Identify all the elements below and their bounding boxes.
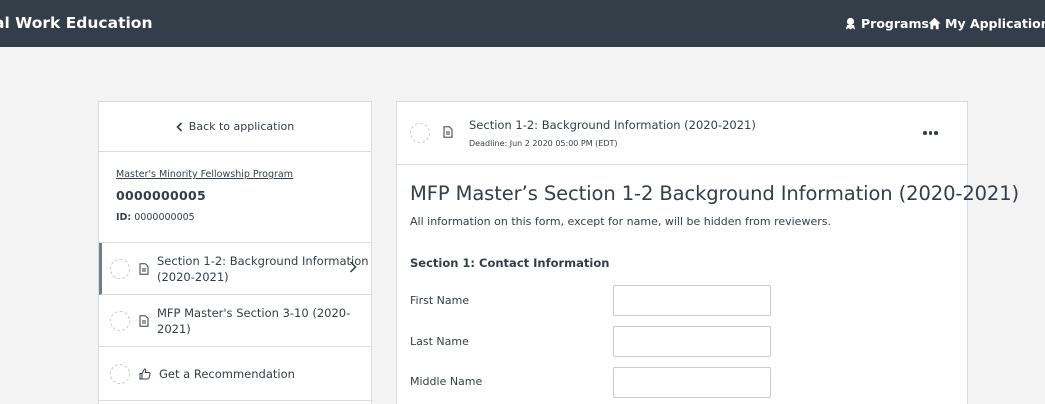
application-number: 0000000005 <box>116 188 206 203</box>
dot-icon <box>934 131 938 135</box>
section-title: Section 1: Contact Information <box>410 256 610 270</box>
document-icon <box>139 314 149 327</box>
dot-icon <box>928 131 932 135</box>
id-value: 0000000005 <box>134 212 195 223</box>
task-label: MFP Master's Section 3-10 (2020-2021) <box>157 305 351 336</box>
form-title: MFP Master’s Section 1-2 Background Info… <box>410 182 1020 205</box>
back-to-application-link[interactable]: Back to application <box>99 102 371 152</box>
middle-name-field[interactable] <box>613 367 771 398</box>
task-item-recommendation[interactable]: Get a Recommendation <box>99 347 371 401</box>
form-card: Section 1-2: Background Information (202… <box>396 101 1019 404</box>
home-icon <box>928 17 941 30</box>
last-name-label: Last Name <box>410 335 469 348</box>
task-item-section-3-10[interactable]: MFP Master's Section 3-10 (2020-2021) <box>99 295 371 347</box>
form-subtitle: All information on this form, except for… <box>410 215 831 228</box>
last-name-field[interactable] <box>613 326 771 357</box>
status-ring-icon <box>110 258 130 279</box>
nav-programs-link[interactable]: Programs <box>844 16 929 31</box>
nav-programs-label: Programs <box>861 16 929 31</box>
status-ring-icon <box>410 123 430 143</box>
task-label: Section 1-2: Background Information (202… <box>157 253 369 284</box>
first-name-field[interactable] <box>613 285 771 316</box>
nav-my-applications-link[interactable]: My Applications <box>928 16 1045 31</box>
document-icon <box>443 126 453 138</box>
document-icon <box>139 262 149 275</box>
chevron-right-icon <box>349 261 357 273</box>
first-name-label: First Name <box>410 294 470 307</box>
task-item-section-1-2[interactable]: Section 1-2: Background Information (202… <box>99 243 371 295</box>
task-label: Get a Recommendation <box>159 366 295 381</box>
form-card-header: Section 1-2: Background Information (202… <box>397 102 967 165</box>
nav-my-applications-label: My Applications <box>945 16 1045 31</box>
more-options-button[interactable] <box>923 131 938 135</box>
thumbs-up-icon <box>139 367 151 379</box>
back-label: Back to application <box>188 120 295 133</box>
dot-icon <box>923 131 927 135</box>
task-deadline: Deadline: Jun 2 2020 05:00 PM (EDT) <box>469 139 618 148</box>
id-label: ID: <box>116 212 132 223</box>
programs-icon <box>846 17 855 30</box>
application-id: ID: 0000000005 <box>116 212 371 223</box>
middle-name-label: Middle Name <box>410 375 483 388</box>
status-ring-icon <box>110 363 130 384</box>
program-name-link[interactable]: Master's Minority Fellowship Program <box>116 169 371 180</box>
brand-title[interactable]: al Work Education <box>0 14 152 32</box>
top-nav: al Work Education Programs My Applicatio… <box>0 0 1045 47</box>
status-ring-icon <box>110 310 130 331</box>
task-sidebar: Back to application Master's Minority Fe… <box>98 101 372 404</box>
task-title: Section 1-2: Background Information (202… <box>469 118 756 132</box>
program-info: Master's Minority Fellowship Program 000… <box>99 152 371 243</box>
chevron-left-icon <box>176 121 182 132</box>
